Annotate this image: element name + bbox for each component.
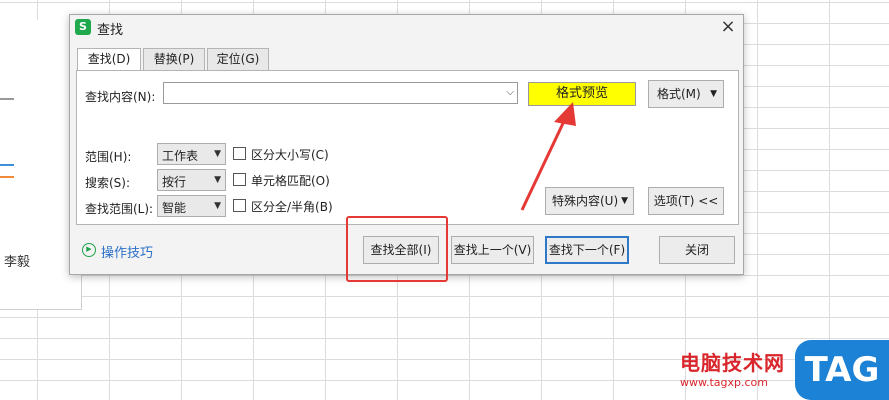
scope-value: 工作表 [162,149,199,163]
find-previous-button[interactable]: 查找上一个(V) [451,236,534,264]
caret-down-icon: ▼ [214,175,221,185]
special-content-button[interactable]: 特殊内容(U) ▼ [545,187,634,215]
caret-down-icon: ▼ [710,89,717,99]
lookin-label: 查找范围(L): [85,202,154,216]
close-icon[interactable]: × [717,16,739,38]
dialog-title: 查找 [97,23,124,38]
format-button-label: 格式(M) [657,87,701,101]
caret-down-icon: ▼ [621,196,628,206]
caret-down-icon: ▼ [214,201,221,211]
search-value: 按行 [162,175,187,189]
annotation-box [346,216,448,282]
tab-replace[interactable]: 替换(P) [143,48,205,70]
width-label: 区分全/半角(B) [251,200,333,214]
match-case-label: 区分大小写(C) [251,148,329,162]
scope-label: 范围(H): [85,150,132,164]
dialog-titlebar[interactable]: S 查找 × [70,15,743,41]
match-case-checkbox[interactable] [233,147,246,160]
chart-line-orange [0,176,14,178]
close-button[interactable]: 关闭 [659,236,735,264]
cell-name[interactable]: 李毅 [4,251,30,270]
lookin-value: 智能 [162,201,187,215]
format-preview: 格式预览 [528,82,636,106]
play-icon: ▶ [82,243,96,257]
special-content-label: 特殊内容(U) [552,194,619,208]
find-label: 查找内容(N): [85,90,156,104]
format-button[interactable]: 格式(M) ▼ [648,80,724,108]
watermark-url: www.tagxp.com [680,376,768,389]
caret-down-icon: ▼ [214,149,221,159]
watermark-text: 电脑技术网 [680,351,785,375]
tab-goto[interactable]: 定位(G) [207,48,269,70]
watermark-logo: TAG [795,340,889,400]
find-input[interactable]: ⌵ [163,82,518,104]
tips-link[interactable]: 操作技巧 [101,242,153,261]
search-label: 搜索(S): [85,176,131,190]
wps-logo-icon: S [75,19,91,35]
tab-find[interactable]: 查找(D) [77,48,141,71]
scope-select[interactable]: 工作表 ▼ [157,143,226,165]
whole-cell-label: 单元格匹配(O) [251,174,330,188]
chart-line-blue [0,164,14,166]
lookin-select[interactable]: 智能 ▼ [157,195,226,217]
whole-cell-checkbox[interactable] [233,173,246,186]
options-button[interactable]: 选项(T) << [648,187,724,215]
chart-line-gray [0,98,14,100]
chevron-down-icon[interactable]: ⌵ [506,87,514,98]
width-checkbox[interactable] [233,199,246,212]
find-next-button[interactable]: 查找下一个(F) [545,236,629,264]
search-select[interactable]: 按行 ▼ [157,169,226,191]
